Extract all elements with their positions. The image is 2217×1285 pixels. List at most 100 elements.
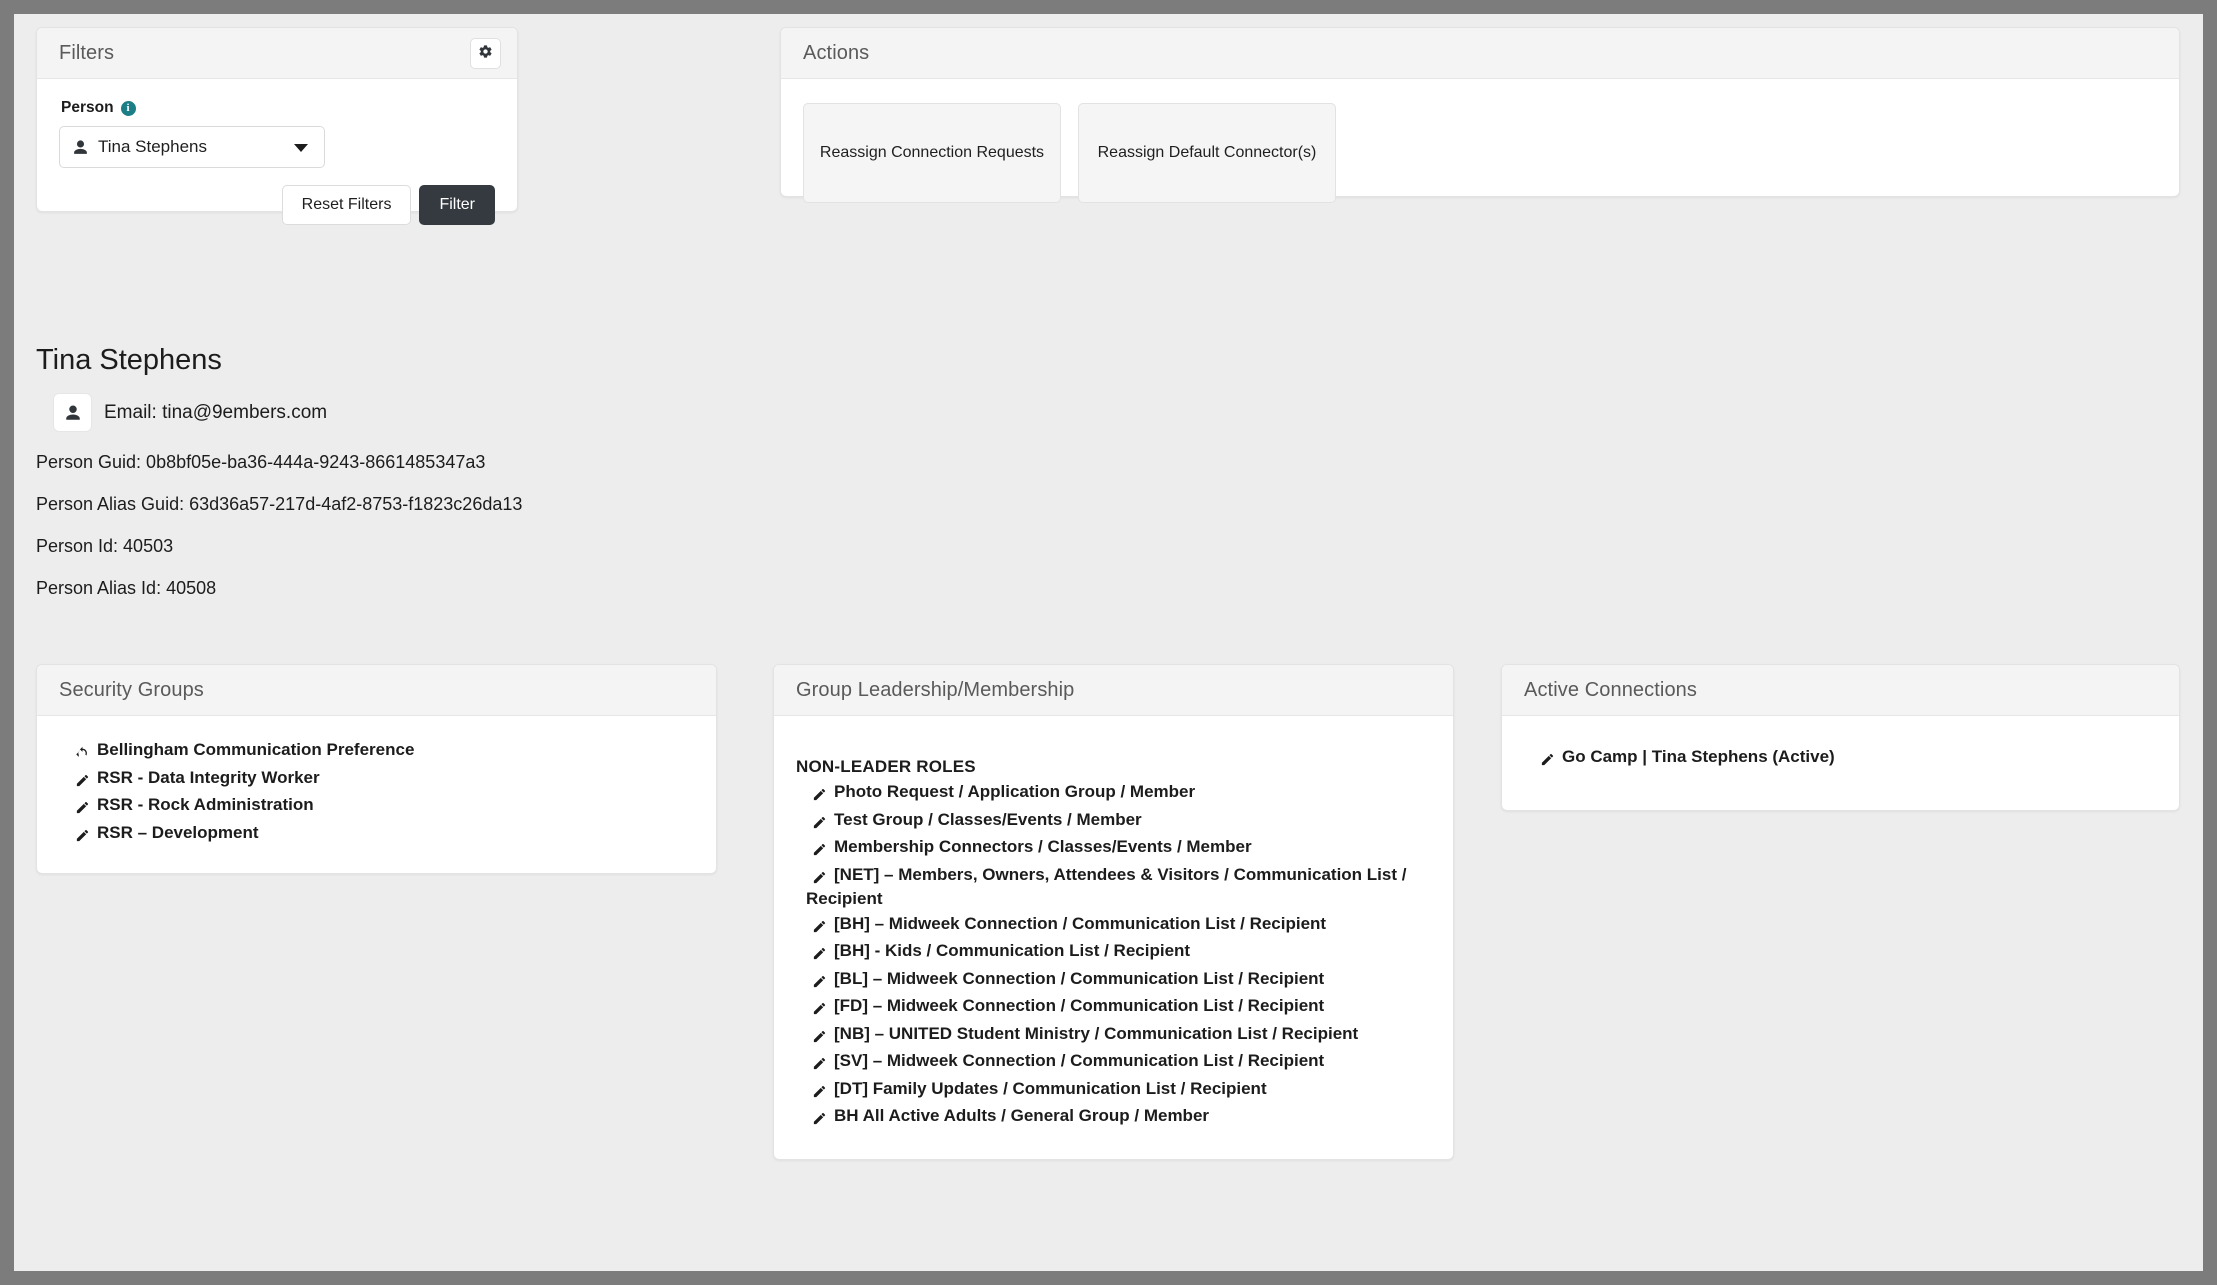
person-icon — [64, 404, 82, 422]
pencil-icon[interactable] — [806, 784, 832, 806]
pencil-icon[interactable] — [69, 769, 95, 791]
person-field-label: Person i — [61, 99, 495, 117]
person-alias-guid: Person Alias Guid: 63d36a57-217d-4af2-87… — [36, 494, 1136, 515]
list-item-label: Bellingham Communication Preference — [97, 740, 414, 759]
person-select[interactable]: Tina Stephens — [59, 126, 325, 168]
filters-panel-header: Filters — [37, 28, 517, 79]
filter-buttons-row: Reset Filters Filter — [59, 185, 495, 225]
list-item-label: [FD] – Midweek Connection / Communicatio… — [834, 996, 1324, 1015]
group-membership-header: Group Leadership/Membership — [774, 665, 1453, 716]
pencil-icon[interactable] — [806, 839, 832, 861]
person-email: Email: tina@9embers.com — [104, 402, 327, 424]
non-leader-roles-label: NON-LEADER ROLES — [796, 757, 1431, 777]
pencil-icon[interactable] — [69, 797, 95, 819]
pencil-icon[interactable] — [806, 943, 832, 965]
person-select-value: Tina Stephens — [98, 137, 207, 157]
list-item: [NET] – Members, Owners, Attendees & Vis… — [806, 864, 1431, 910]
active-connections-panel: Active Connections Go Camp | Tina Stephe… — [1501, 664, 2180, 811]
list-item: [DT] Family Updates / Communication List… — [806, 1078, 1431, 1103]
filters-settings-button[interactable] — [470, 38, 501, 69]
filters-panel-title: Filters — [59, 42, 114, 65]
list-item: Bellingham Communication Preference — [69, 739, 694, 764]
actions-panel-header: Actions — [781, 28, 2179, 79]
list-item-label: [NB] – UNITED Student Ministry / Communi… — [834, 1024, 1358, 1043]
list-item-label: Membership Connectors / Classes/Events /… — [834, 837, 1252, 856]
person-icon — [72, 139, 89, 156]
pencil-icon[interactable] — [806, 970, 832, 992]
actions-panel-title: Actions — [803, 42, 869, 65]
page-viewport: Filters Person i Tina Stephens Reset Fil… — [14, 14, 2203, 1271]
actions-panel-body: Reassign Connection Requests Reassign De… — [781, 79, 2179, 225]
pencil-icon[interactable] — [806, 811, 832, 833]
active-connections-title: Active Connections — [1524, 679, 1697, 702]
person-id: Person Id: 40503 — [36, 536, 1136, 557]
pencil-icon[interactable] — [806, 915, 832, 937]
list-item: [BH] – Midweek Connection / Communicatio… — [806, 913, 1431, 938]
list-item: RSR - Rock Administration — [69, 794, 694, 819]
reset-filters-button[interactable]: Reset Filters — [282, 185, 412, 225]
pencil-icon[interactable] — [806, 1108, 832, 1130]
list-item-label: [BH] - Kids / Communication List / Recip… — [834, 941, 1190, 960]
active-connections-list: Go Camp | Tina Stephens (Active) — [1524, 746, 2157, 771]
list-item: Test Group / Classes/Events / Member — [806, 809, 1431, 834]
reassign-default-connectors-button[interactable]: Reassign Default Connector(s) — [1078, 103, 1336, 203]
list-item: Photo Request / Application Group / Memb… — [806, 781, 1431, 806]
person-summary: Tina Stephens Email: tina@9embers.com Pe… — [36, 344, 1136, 620]
security-groups-panel: Security Groups Bellingham Communication… — [36, 664, 717, 874]
active-connections-header: Active Connections — [1502, 665, 2179, 716]
page-title: Tina Stephens — [36, 344, 1136, 377]
pencil-icon[interactable] — [806, 866, 832, 888]
person-email-row: Email: tina@9embers.com — [53, 393, 1136, 432]
pencil-icon[interactable] — [806, 998, 832, 1020]
security-groups-header: Security Groups — [37, 665, 716, 716]
group-membership-title: Group Leadership/Membership — [796, 679, 1074, 702]
filters-panel-body: Person i Tina Stephens Reset Filters Fil… — [37, 79, 517, 247]
active-connections-body: Go Camp | Tina Stephens (Active) — [1502, 716, 2179, 810]
group-membership-body: NON-LEADER ROLES Photo Request / Applica… — [774, 716, 1453, 1159]
filters-panel: Filters Person i Tina Stephens Reset Fil… — [36, 27, 518, 212]
security-groups-title: Security Groups — [59, 679, 204, 702]
reassign-connection-requests-button[interactable]: Reassign Connection Requests — [803, 103, 1061, 203]
list-item: Go Camp | Tina Stephens (Active) — [1534, 746, 2157, 771]
info-icon[interactable]: i — [121, 101, 136, 116]
list-item: BH All Active Adults / General Group / M… — [806, 1105, 1431, 1130]
list-item: Membership Connectors / Classes/Events /… — [806, 836, 1431, 861]
person-guid: Person Guid: 0b8bf05e-ba36-444a-9243-866… — [36, 452, 1136, 473]
group-membership-panel: Group Leadership/Membership NON-LEADER R… — [773, 664, 1454, 1160]
list-item-label: Photo Request / Application Group / Memb… — [834, 782, 1195, 801]
list-item: [SV] – Midweek Connection / Communicatio… — [806, 1050, 1431, 1075]
person-alias-id: Person Alias Id: 40508 — [36, 578, 1136, 599]
person-label-text: Person — [61, 99, 114, 117]
list-item: [BH] - Kids / Communication List / Recip… — [806, 940, 1431, 965]
list-item-label: [BL] – Midweek Connection / Communicatio… — [834, 969, 1324, 988]
chevron-down-icon — [294, 144, 308, 152]
list-item: RSR - Data Integrity Worker — [69, 767, 694, 792]
pencil-icon[interactable] — [1534, 749, 1560, 771]
avatar — [53, 393, 92, 432]
list-item-label: Test Group / Classes/Events / Member — [834, 810, 1142, 829]
filter-button[interactable]: Filter — [419, 185, 495, 225]
sync-icon[interactable] — [69, 742, 95, 764]
group-membership-list: Photo Request / Application Group / Memb… — [796, 781, 1431, 1130]
security-groups-body: Bellingham Communication Preference RSR -… — [37, 716, 716, 873]
pencil-icon[interactable] — [69, 824, 95, 846]
list-item: [BL] – Midweek Connection / Communicatio… — [806, 968, 1431, 993]
list-item-label: [DT] Family Updates / Communication List… — [834, 1079, 1267, 1098]
pencil-icon[interactable] — [806, 1080, 832, 1102]
list-item-label: [NET] – Members, Owners, Attendees & Vis… — [806, 865, 1406, 909]
list-item: [NB] – UNITED Student Ministry / Communi… — [806, 1023, 1431, 1048]
list-item-label: Go Camp | Tina Stephens (Active) — [1562, 747, 1835, 766]
security-groups-list: Bellingham Communication Preference RSR -… — [59, 739, 694, 846]
list-item: RSR – Development — [69, 822, 694, 847]
pencil-icon[interactable] — [806, 1025, 832, 1047]
gear-icon — [478, 44, 493, 64]
list-item-label: RSR – Development — [97, 823, 259, 842]
action-buttons-row: Reassign Connection Requests Reassign De… — [803, 99, 2157, 203]
pencil-icon[interactable] — [806, 1053, 832, 1075]
list-item-label: [BH] – Midweek Connection / Communicatio… — [834, 914, 1326, 933]
actions-panel: Actions Reassign Connection Requests Rea… — [780, 27, 2180, 197]
list-item-label: RSR - Rock Administration — [97, 795, 314, 814]
list-item-label: [SV] – Midweek Connection / Communicatio… — [834, 1051, 1324, 1070]
list-item: [FD] – Midweek Connection / Communicatio… — [806, 995, 1431, 1020]
list-item-label: RSR - Data Integrity Worker — [97, 768, 320, 787]
